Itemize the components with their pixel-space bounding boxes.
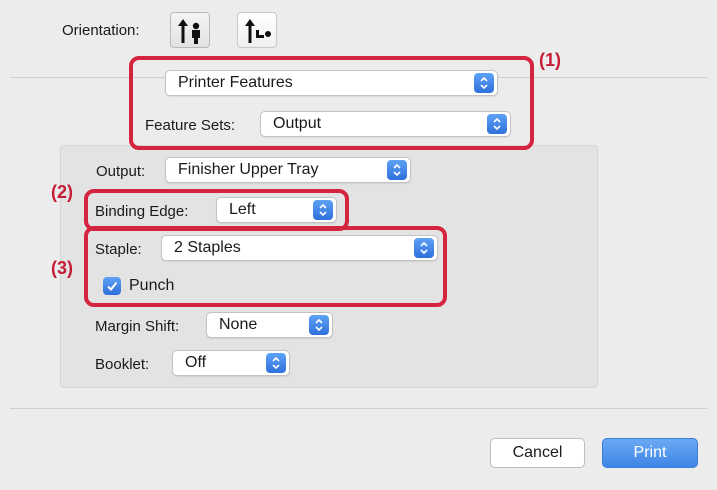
- output-label: Output:: [96, 163, 146, 180]
- portrait-orientation-icon: [178, 19, 200, 44]
- margin-shift-popup[interactable]: None: [206, 312, 333, 338]
- separator-bottom: [10, 408, 707, 409]
- landscape-orientation-button[interactable]: [237, 12, 277, 48]
- callout-label-3: (3): [51, 258, 73, 278]
- cancel-button[interactable]: Cancel: [490, 438, 585, 468]
- print-button[interactable]: Print: [602, 438, 698, 468]
- chevron-updown-icon: [387, 160, 407, 180]
- booklet-value: Off: [185, 354, 207, 371]
- booklet-popup[interactable]: Off: [172, 350, 290, 376]
- margin-shift-value: None: [219, 316, 258, 333]
- margin-shift-label: Margin Shift:: [95, 318, 180, 335]
- callout-label-2: (2): [51, 182, 73, 202]
- callout-box-2: [84, 189, 349, 231]
- portrait-orientation-button[interactable]: [170, 12, 210, 48]
- chevron-updown-icon: [309, 315, 329, 335]
- orientation-label: Orientation:: [62, 22, 140, 39]
- booklet-label: Booklet:: [95, 356, 150, 373]
- landscape-orientation-icon: [245, 19, 271, 43]
- callout-box-1: [129, 56, 534, 150]
- output-popup[interactable]: Finisher Upper Tray: [165, 157, 411, 183]
- output-value: Finisher Upper Tray: [178, 161, 319, 178]
- chevron-updown-icon: [266, 353, 286, 373]
- callout-label-1: (1): [539, 50, 561, 70]
- callout-box-3: [84, 226, 447, 307]
